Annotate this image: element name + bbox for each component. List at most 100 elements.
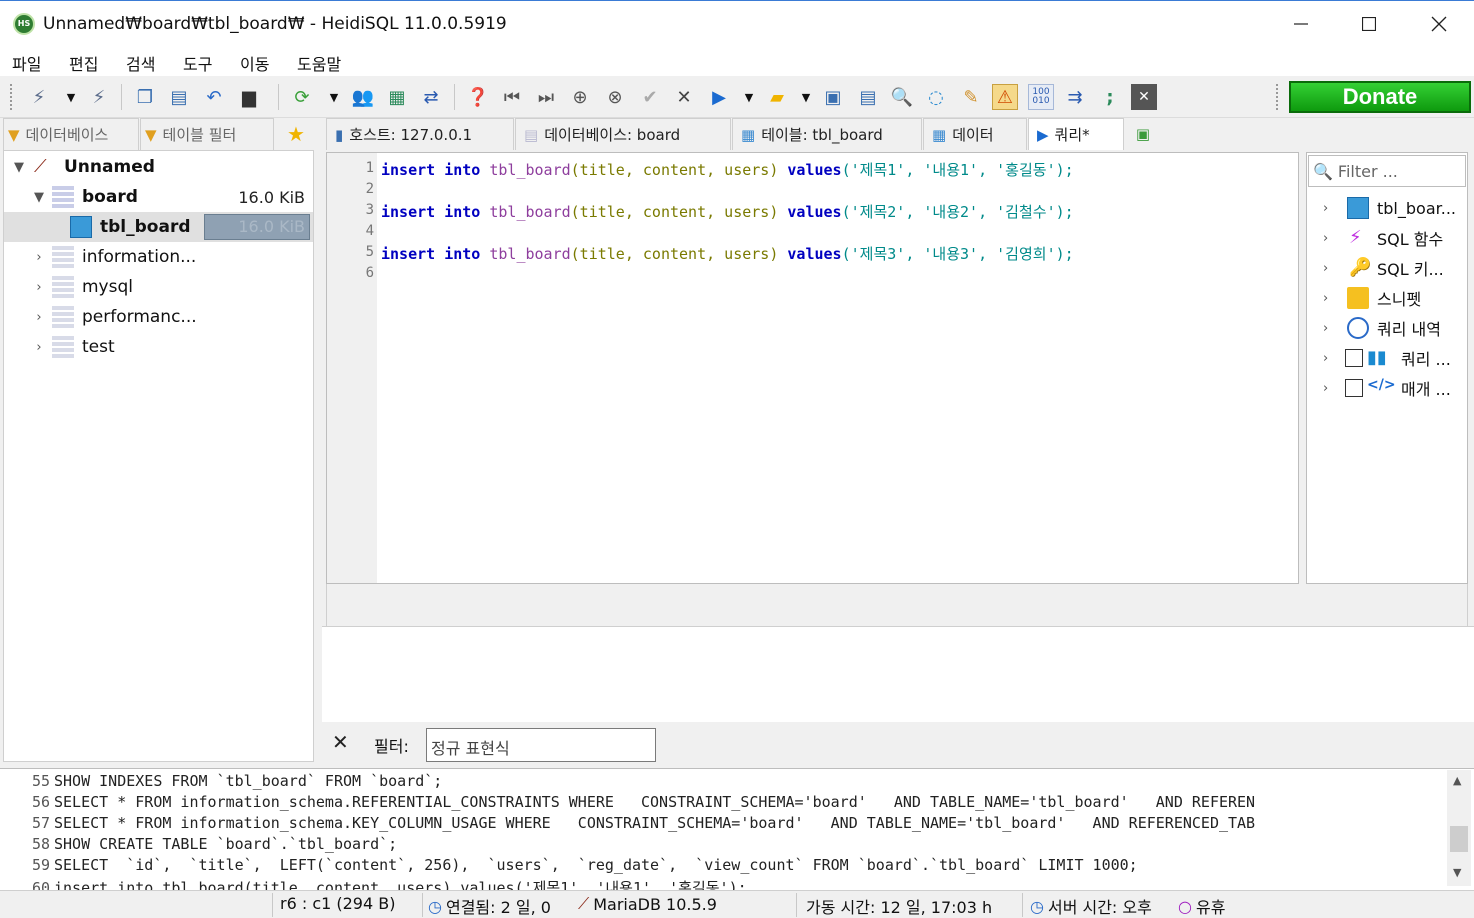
save-icon[interactable]: ▣: [820, 84, 846, 110]
print-icon[interactable]: ▆: [236, 84, 262, 110]
lightning-icon: ⚡: [1349, 227, 1362, 248]
table-filter-label: 테이블 필터: [162, 126, 237, 144]
chevron-down-icon[interactable]: ▼: [321, 84, 347, 110]
binary-mode-icon[interactable]: 100 010: [1028, 84, 1054, 110]
dolphin-server-icon: ⟋: [578, 894, 590, 913]
copy-icon[interactable]: ❐: [132, 84, 158, 110]
search-icon[interactable]: 🔍: [889, 84, 915, 110]
helper-item-sql-functions[interactable]: › ⚡ SQL 함수: [1307, 223, 1467, 253]
tab-table[interactable]: ▦ 테이블: tbl_board: [732, 118, 922, 150]
chevron-right-icon[interactable]: ›: [32, 250, 46, 265]
menu-tools[interactable]: 도구: [183, 51, 212, 75]
status-separator: [796, 893, 797, 917]
undo-icon[interactable]: ↶: [201, 84, 227, 110]
tree-item-unnamed[interactable]: ▼ ⟋ Unnamed: [4, 152, 313, 182]
tree-item-mysql[interactable]: › mysql: [4, 272, 313, 302]
import-icon[interactable]: ⇄: [418, 84, 444, 110]
last-record-icon[interactable]: ⏭: [533, 84, 559, 110]
tree-item-performance-schema[interactable]: › performanc...: [4, 302, 313, 332]
format-sql-icon[interactable]: ✎: [958, 84, 984, 110]
chevron-down-icon[interactable]: ▼: [32, 190, 46, 205]
chevron-right-icon[interactable]: ›: [1323, 201, 1328, 216]
disconnect-plug-icon[interactable]: ⚡: [86, 84, 112, 110]
wrap-lines-icon[interactable]: ⇉: [1062, 84, 1088, 110]
chevron-right-icon[interactable]: ›: [1323, 231, 1328, 246]
menu-search[interactable]: 검색: [126, 51, 155, 75]
tree-item-information-schema[interactable]: › information...: [4, 242, 313, 272]
helpers-filter-input[interactable]: 🔍 Filter ...: [1308, 155, 1466, 187]
star-icon: ★: [287, 122, 305, 146]
chevron-right-icon[interactable]: ›: [1323, 291, 1328, 306]
line-number: 1: [365, 160, 374, 176]
scroll-down-icon[interactable]: ▼: [1453, 866, 1461, 879]
chevron-right-icon[interactable]: ›: [32, 340, 46, 355]
menu-help[interactable]: 도움말: [297, 51, 341, 75]
log-line: 55 SHOW INDEXES FROM `tbl_board` FROM `bo…: [31, 772, 443, 790]
user-manager-icon[interactable]: 👥: [350, 84, 376, 110]
chevron-right-icon[interactable]: ›: [1323, 381, 1328, 396]
maximize-button[interactable]: [1346, 1, 1392, 47]
run-query-icon[interactable]: ▶: [706, 84, 732, 110]
sql-log[interactable]: 55 SHOW INDEXES FROM `tbl_board` FROM `bo…: [0, 768, 1474, 890]
log-line: 57 SELECT * FROM information_schema.KEY_C…: [31, 814, 1256, 832]
log-scrollbar-thumb[interactable]: [1450, 826, 1468, 852]
chevron-right-icon[interactable]: ›: [32, 280, 46, 295]
chevron-right-icon[interactable]: ›: [1323, 351, 1328, 366]
table-filter-box[interactable]: ▼ 테이블 필터: [140, 118, 274, 150]
chevron-down-icon[interactable]: ▼: [793, 84, 819, 110]
donate-button[interactable]: Donate: [1289, 81, 1471, 113]
export-icon[interactable]: ▦: [384, 84, 410, 110]
save-as-icon[interactable]: ▤: [855, 84, 881, 110]
cancel-edit-icon[interactable]: ✕: [671, 84, 697, 110]
semicolon-icon[interactable]: ;: [1097, 84, 1123, 110]
chevron-right-icon[interactable]: ›: [1323, 321, 1328, 336]
chevron-down-icon[interactable]: ▼: [736, 84, 762, 110]
close-tab-icon[interactable]: ✕: [1131, 84, 1157, 110]
helper-item-query-profile[interactable]: › ▮▮ 쿼리 ...: [1307, 343, 1467, 373]
first-record-icon[interactable]: ⏮: [499, 84, 525, 110]
scroll-up-icon[interactable]: ▲: [1453, 774, 1461, 787]
helper-item-bind-params[interactable]: › </> 매개 ...: [1307, 373, 1467, 403]
close-filter-icon[interactable]: ✕: [332, 730, 349, 754]
menu-edit[interactable]: 편집: [69, 51, 98, 75]
help-icon[interactable]: ❓: [465, 84, 491, 110]
helper-item-columns[interactable]: › tbl_boar...: [1307, 193, 1467, 223]
helper-item-query-history[interactable]: › 쿼리 내역: [1307, 313, 1467, 343]
chevron-right-icon[interactable]: ›: [1323, 261, 1328, 276]
chevron-down-icon[interactable]: ▼: [58, 84, 84, 110]
menu-file[interactable]: 파일: [12, 51, 41, 75]
close-window-button[interactable]: [1416, 1, 1462, 47]
refresh-icon[interactable]: ⟳: [289, 84, 315, 110]
insert-record-icon[interactable]: ⊕: [567, 84, 593, 110]
params-checkbox[interactable]: [1345, 379, 1363, 397]
replace-icon[interactable]: ◌: [923, 84, 949, 110]
new-query-tab-button[interactable]: ▣: [1125, 118, 1161, 150]
tree-label: performanc...: [82, 307, 197, 327]
tree-item-board[interactable]: ▼ board 16.0 KiB: [4, 182, 313, 212]
filter-regex-input[interactable]: 정규 표현식: [426, 728, 656, 762]
minimize-button[interactable]: [1278, 1, 1324, 47]
tab-database[interactable]: ▤ 데이터베이스: board: [515, 118, 731, 150]
tab-query[interactable]: ▶ 쿼리*: [1028, 118, 1124, 150]
warning-icon[interactable]: ⚠: [992, 84, 1018, 110]
database-filter-box[interactable]: ▼ 데이터베이스: [3, 118, 139, 150]
helper-item-sql-keywords[interactable]: › 🔑 SQL 키...: [1307, 253, 1467, 283]
open-folder-icon[interactable]: ▰: [764, 84, 790, 110]
toolbar-grip[interactable]: [1276, 84, 1279, 110]
profile-checkbox[interactable]: [1345, 349, 1363, 367]
tree-item-test[interactable]: › test: [4, 332, 313, 362]
tree-item-tbl-board[interactable]: tbl_board 16.0 KiB: [4, 212, 313, 242]
tab-data[interactable]: ▦ 데이터: [923, 118, 1027, 150]
menu-go[interactable]: 이동: [240, 51, 269, 75]
post-record-icon[interactable]: ✔: [637, 84, 663, 110]
chevron-down-icon[interactable]: ▼: [12, 160, 26, 175]
chevron-right-icon[interactable]: ›: [32, 310, 46, 325]
tab-host[interactable]: ▮ 호스트: 127.0.0.1: [326, 118, 514, 150]
connect-plug-icon[interactable]: ⚡: [26, 84, 52, 110]
toolbar-grip[interactable]: [10, 84, 13, 110]
delete-record-icon[interactable]: ⊗: [602, 84, 628, 110]
favorites-button[interactable]: ★: [276, 118, 316, 150]
helper-item-snippets[interactable]: › 스니펫: [1307, 283, 1467, 313]
sql-editor[interactable]: 1 2 3 4 5 6 insert into tbl_board(title,…: [326, 152, 1299, 584]
paste-icon[interactable]: ▤: [166, 84, 192, 110]
